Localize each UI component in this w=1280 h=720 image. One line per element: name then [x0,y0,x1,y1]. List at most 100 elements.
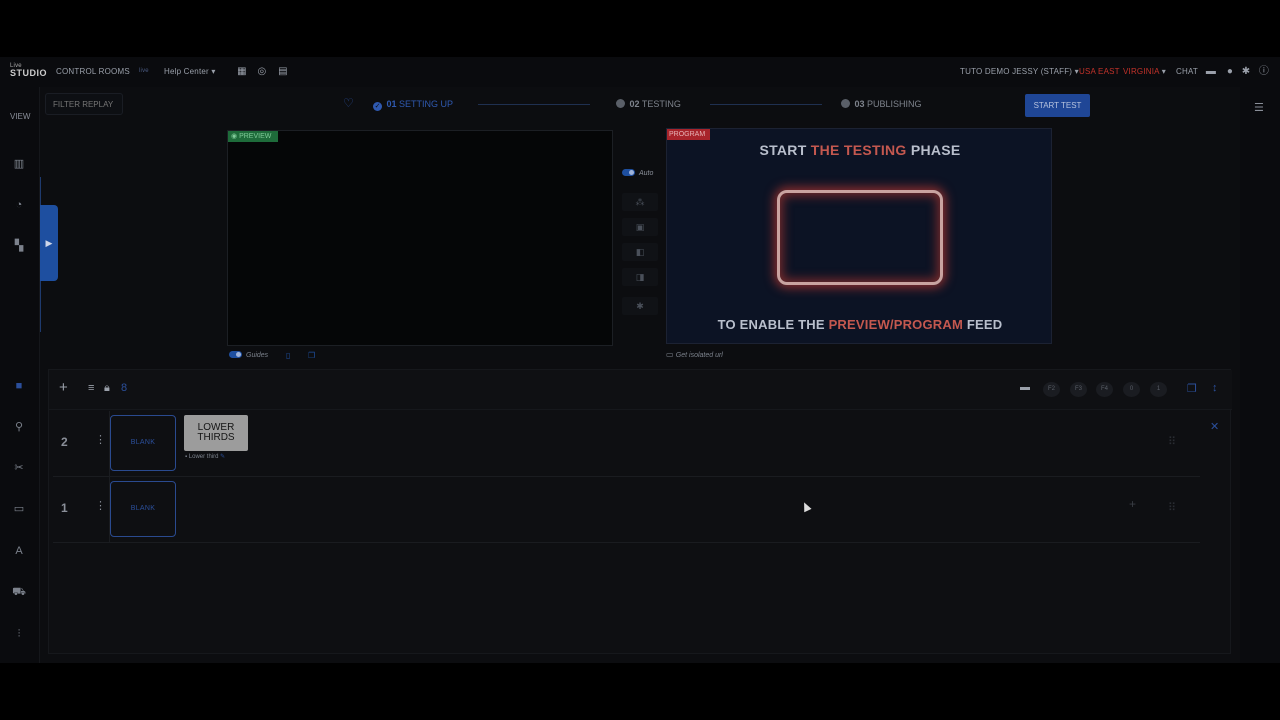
right-rail: ☰ [1240,87,1280,663]
chat-link[interactable]: CHAT [1176,67,1198,76]
drag-handle-icon[interactable]: ⠿ [1168,435,1176,448]
blank-scene-card[interactable]: BLANK [110,415,176,471]
edit-pencil-icon[interactable]: ✎ [220,454,225,460]
region-menu[interactable]: VIRGINIA ▾ [1123,67,1166,76]
logo-line2: STUDIO [10,68,48,78]
antenna-icon[interactable]: ⚲ [12,420,26,434]
calendar-icon[interactable]: ▦ [236,66,248,78]
layout-icon[interactable]: ▚ [12,239,26,253]
fkey-f2[interactable]: F2 [1043,382,1060,397]
lower-third-caption: ▪ Lower third ✎ [185,453,225,460]
program-subtitle-highlight: PREVIEW/PROGRAM [828,317,964,332]
preview-monitor[interactable]: ◉ PREVIEW [227,130,613,346]
guides-label: Guides [246,352,269,359]
list-icon[interactable]: ☰ [1254,101,1264,114]
chat-bubble-icon[interactable]: ▬ [1205,66,1217,78]
gear-icon[interactable]: ✱ [1240,66,1252,78]
program-title-highlight: THE TESTING [810,142,907,158]
lifebuoy-icon[interactable]: ◎ [256,66,268,78]
transition-button-1[interactable]: ⁂ [622,193,658,211]
gear-icon: ✱ [636,301,644,311]
check-icon: ✓ [373,102,382,111]
comment-icon[interactable]: ▬ [1020,382,1030,393]
step-number: 03 [854,99,865,109]
camera-icon[interactable]: ■ [12,379,26,393]
kebab-menu-icon[interactable]: ⋮ [95,433,106,446]
view-label[interactable]: VIEW [10,112,30,121]
auto-label: Auto [639,170,654,177]
toggle-switch [622,169,635,176]
transition-settings-button[interactable]: ✱ [622,297,658,315]
wipe-icon: ◨ [635,272,645,282]
expand-panel-button[interactable]: ▶ [40,205,58,281]
step-label: TESTING [641,99,681,109]
program-subtitle-post: FEED [963,317,1003,332]
help-center-label: Help Center [164,67,209,76]
control-rooms-badge: live [139,68,149,74]
app-logo[interactable]: Live STUDIO [10,63,48,81]
row-number: 1 [61,501,68,515]
mobile-icon[interactable]: ▯ [286,351,290,360]
lower-thirds-card[interactable]: LOWER THIRDS [184,415,248,451]
speedometer-icon[interactable]: ◔ [12,198,26,212]
tools-icon[interactable]: ✂ [12,461,26,475]
help-center-menu[interactable]: Help Center ▾ [164,67,216,76]
guides-toggle[interactable]: Guides [229,351,268,359]
program-subtitle: TO ENABLE THE PREVIEW/PROGRAM FEED [667,317,1051,332]
step-number: 02 [629,99,640,109]
fkey-f3[interactable]: F3 [1070,382,1087,397]
step-testing: 02 TESTING [616,99,681,109]
duplicate-icon[interactable]: ❐ [1187,382,1197,395]
auto-toggle[interactable]: Auto [622,169,653,177]
filter-replay-input[interactable] [45,93,123,115]
info-icon[interactable]: ⓘ [1258,66,1270,78]
toggle-switch [229,351,242,358]
control-rooms-link[interactable]: CONTROL ROOMS [56,67,130,76]
add-element-icon[interactable]: + [1129,497,1136,511]
scene-panel: + ≡ 🔒︎ 8 ▬ F2 F3 F4 0 1 ❐ ↕ ✕ 2 ⋮ BLANK … [48,369,1232,654]
lightbulb-icon[interactable]: ♡ [343,96,354,110]
split-icon: ◧ [635,247,645,257]
account-menu[interactable]: TUTO DEMO JESSY (STAFF) ▾ [960,67,1079,76]
transition-button-4[interactable]: ◨ [622,268,658,286]
region-label[interactable]: USA EAST [1079,67,1120,76]
copy-icon[interactable]: ❐ [308,351,315,360]
fkey-0[interactable]: 0 [1123,382,1140,397]
chart-icon[interactable]: ▥ [12,157,26,171]
presentation-icon[interactable]: ▭ [12,502,26,516]
close-icon[interactable]: ✕ [1210,420,1219,433]
monitor-icon: ▭ [666,350,676,359]
program-title-pre: START [759,142,811,158]
count-badge: 8 [121,382,128,394]
get-isolated-url-link[interactable]: ▭ Get isolated url [666,350,723,359]
fkey-1[interactable]: 1 [1150,382,1167,397]
add-icon[interactable]: + [59,379,68,396]
step-dot-icon [841,99,850,108]
blank-scene-card[interactable]: BLANK [110,481,176,537]
kebab-menu-icon[interactable]: ⋮ [95,499,106,512]
user-icon[interactable]: ● [1224,66,1236,78]
lock-icon[interactable]: 🔒︎ [104,382,110,395]
start-test-button[interactable]: START TEST [1025,94,1090,117]
text-icon[interactable]: A [12,544,26,558]
step-label: PUBLISHING [867,99,922,109]
preview-badge-label: PREVIEW [239,133,272,140]
scene-row: 2 ⋮ BLANK LOWER THIRDS ▪ Lower third ✎ ⠿ [53,411,1200,477]
chevron-down-icon: ▾ [211,67,216,76]
step-label: SETTING UP [399,99,454,109]
drag-handle-icon[interactable]: ⠿ [1168,501,1176,514]
truck-icon[interactable]: ⛟ [12,585,26,599]
square-icon: ▣ [635,222,645,232]
program-badge: PROGRAM [667,129,710,140]
fkey-f4[interactable]: F4 [1096,382,1113,397]
sliders-icon[interactable]: ⫶ [12,627,26,641]
align-icon[interactable]: ≡ [88,382,94,394]
transition-button-2[interactable]: ▣ [622,218,658,236]
scene-row: 1 ⋮ BLANK + ⠿ [53,477,1200,543]
preview-badge: ◉ PREVIEW [228,131,278,142]
transition-button-3[interactable]: ◧ [622,243,658,261]
vertical-arrows-icon[interactable]: ↕ [1212,382,1218,394]
chevron-right-icon: ▶ [45,238,53,248]
grid-icon[interactable]: ▤ [277,66,289,78]
program-monitor[interactable]: PROGRAM START THE TESTING PHASE TO ENABL… [666,128,1052,344]
